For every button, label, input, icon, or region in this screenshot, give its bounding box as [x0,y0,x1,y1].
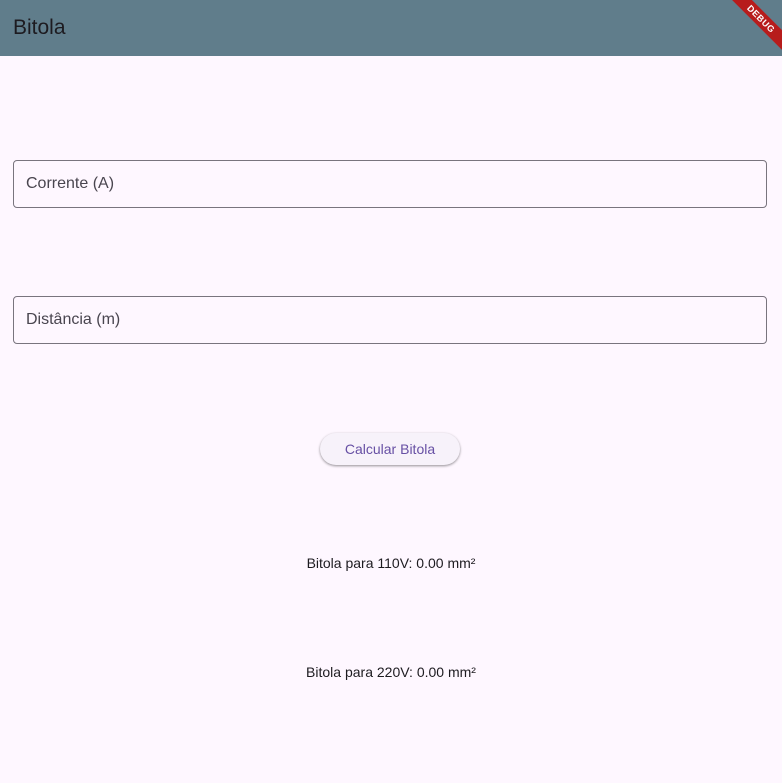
page-title: Bitola [13,16,66,39]
distance-field[interactable]: Distância (m) [13,296,767,344]
debug-banner: DEBUG [722,0,782,56]
current-field[interactable]: Corrente (A) [13,160,767,208]
debug-banner-label: DEBUG [724,0,782,56]
calculate-gauge-button[interactable]: Calcular Bitola [320,433,460,465]
distance-input[interactable] [14,297,766,343]
app-bar: Bitola DEBUG [0,0,782,56]
current-input[interactable] [14,161,766,207]
result-220v: Bitola para 220V: 0.00 mm² [306,664,476,680]
result-110v: Bitola para 110V: 0.00 mm² [306,555,476,571]
